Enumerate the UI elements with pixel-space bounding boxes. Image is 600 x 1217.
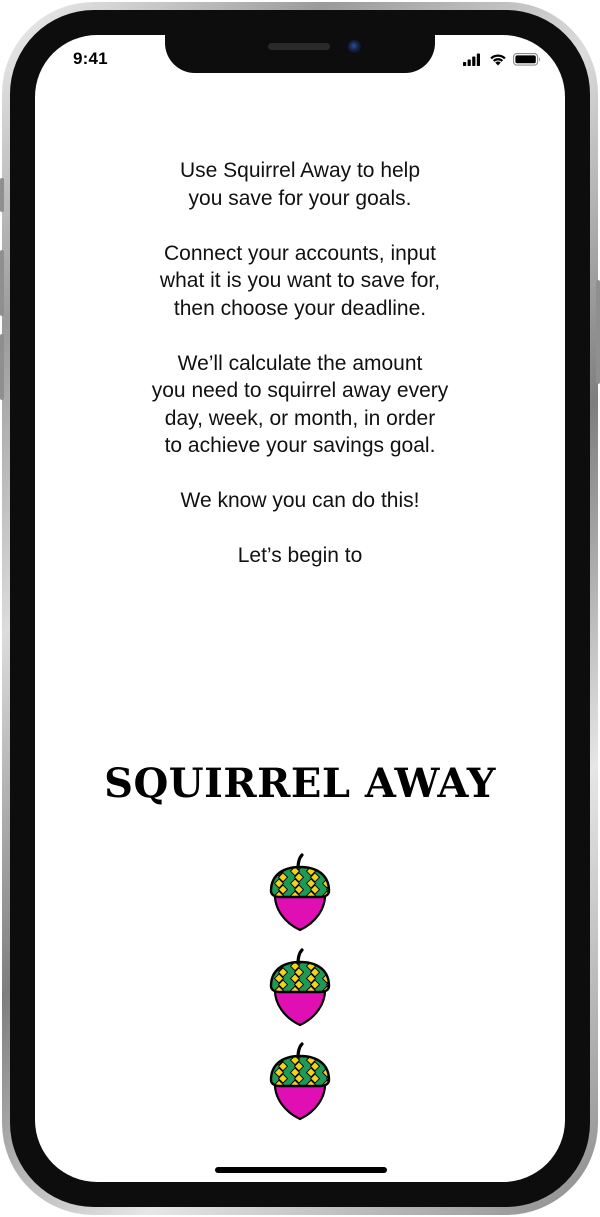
intro-paragraph: We know you can do this! xyxy=(35,487,565,515)
intro-line: Let’s begin to xyxy=(237,544,363,567)
intro-paragraph: Connect your accounts, input what it is y… xyxy=(35,240,565,323)
volume-down-button xyxy=(0,334,4,400)
status-time: 9:41 xyxy=(73,49,108,68)
acorn-icon xyxy=(269,853,331,932)
acorn-icon xyxy=(269,948,331,1027)
front-camera xyxy=(348,40,361,53)
intro-line: what it is you want to save for, xyxy=(159,269,441,292)
intro-line: you need to squirrel away every xyxy=(151,379,449,402)
intro-text: Use Squirrel Away to help you save for yo… xyxy=(35,157,565,597)
intro-line: Connect your accounts, input xyxy=(164,241,436,265)
intro-paragraph: Let’s begin to xyxy=(35,542,565,570)
battery-icon xyxy=(513,53,540,66)
intro-line: Use Squirrel Away to help xyxy=(179,159,421,182)
intro-line: you save for your goals. xyxy=(188,186,412,210)
volume-up-button xyxy=(0,250,4,316)
screen: 9:41 Use Squirrel Away to help you save f… xyxy=(35,35,565,1182)
mute-switch xyxy=(0,178,4,212)
intro-line: We’ll calculate the amount xyxy=(177,351,423,375)
speaker-grille xyxy=(268,43,330,50)
intro-paragraph: Use Squirrel Away to help you save for yo… xyxy=(35,157,565,212)
status-icons xyxy=(463,53,540,66)
intro-line: day, week, or month, in order xyxy=(164,406,436,430)
app-title: SQUIRREL AWAY xyxy=(104,760,496,807)
wifi-icon xyxy=(490,54,506,66)
phone-device: 9:41 Use Squirrel Away to help you save f… xyxy=(0,0,600,1217)
intro-line: to achieve your savings goal. xyxy=(164,434,436,457)
notch xyxy=(165,35,435,73)
cellular-signal-icon xyxy=(463,53,480,66)
intro-line: We know you can do this! xyxy=(180,489,420,512)
home-indicator[interactable] xyxy=(215,1167,387,1173)
intro-paragraph: We’ll calculate the amount you need to sq… xyxy=(35,350,565,460)
intro-line: then choose your deadline. xyxy=(173,296,427,320)
acorn-icon xyxy=(269,1042,331,1121)
side-button xyxy=(596,280,600,384)
